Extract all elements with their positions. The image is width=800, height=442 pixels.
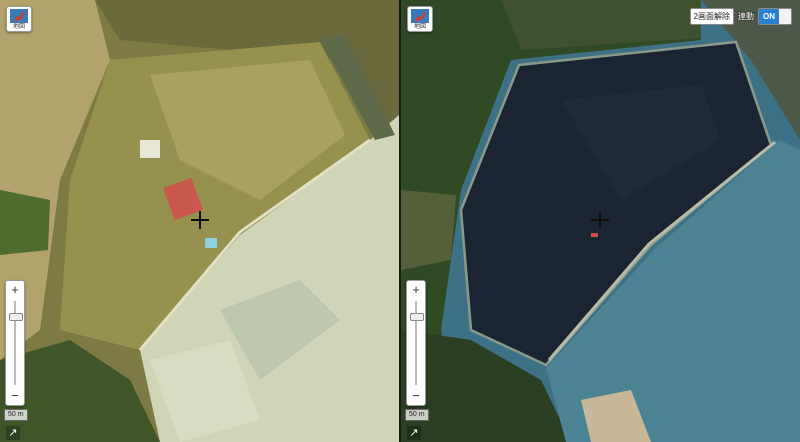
japan-map-icon — [411, 9, 429, 23]
map-logo-button[interactable]: 地図 — [407, 6, 433, 32]
zoom-in-button[interactable]: + — [407, 283, 425, 297]
zoom-slider-handle[interactable] — [9, 312, 23, 321]
japan-map-icon — [10, 9, 28, 23]
center-crosshair-icon — [591, 211, 609, 229]
sync-label: 連動 — [738, 12, 754, 21]
sync-toggle[interactable]: ON — [758, 8, 792, 25]
sync-toggle-state: ON — [759, 9, 779, 24]
zoom-out-button[interactable]: − — [6, 389, 24, 403]
scale-bar: 50 m — [4, 409, 28, 421]
right-map-pane[interactable]: 地図 2画面解除 連動 ON + − 50 m ↗ — [401, 0, 800, 442]
map-logo-button[interactable]: 地図 — [6, 6, 32, 32]
sync-toggle-knob — [779, 9, 791, 24]
fullscreen-arrow-icon[interactable]: ↗ — [407, 426, 421, 440]
fullscreen-arrow-icon[interactable]: ↗ — [6, 426, 20, 440]
logo-label: 地図 — [12, 24, 25, 30]
left-map-pane[interactable]: 地図 + − 50 m ↗ — [0, 0, 399, 442]
zoom-in-button[interactable]: + — [6, 283, 24, 297]
sync-controls: 2画面解除 連動 ON — [689, 7, 792, 26]
dual-view-release-button[interactable]: 2画面解除 — [689, 8, 734, 25]
zoom-slider-handle[interactable] — [410, 312, 424, 321]
zoom-control[interactable]: + − — [406, 280, 426, 406]
zoom-control[interactable]: + − — [5, 280, 25, 406]
zoom-out-button[interactable]: − — [407, 389, 425, 403]
logo-label: 地図 — [413, 24, 426, 30]
scale-bar: 50 m — [405, 409, 429, 421]
center-crosshair-icon — [191, 211, 209, 229]
